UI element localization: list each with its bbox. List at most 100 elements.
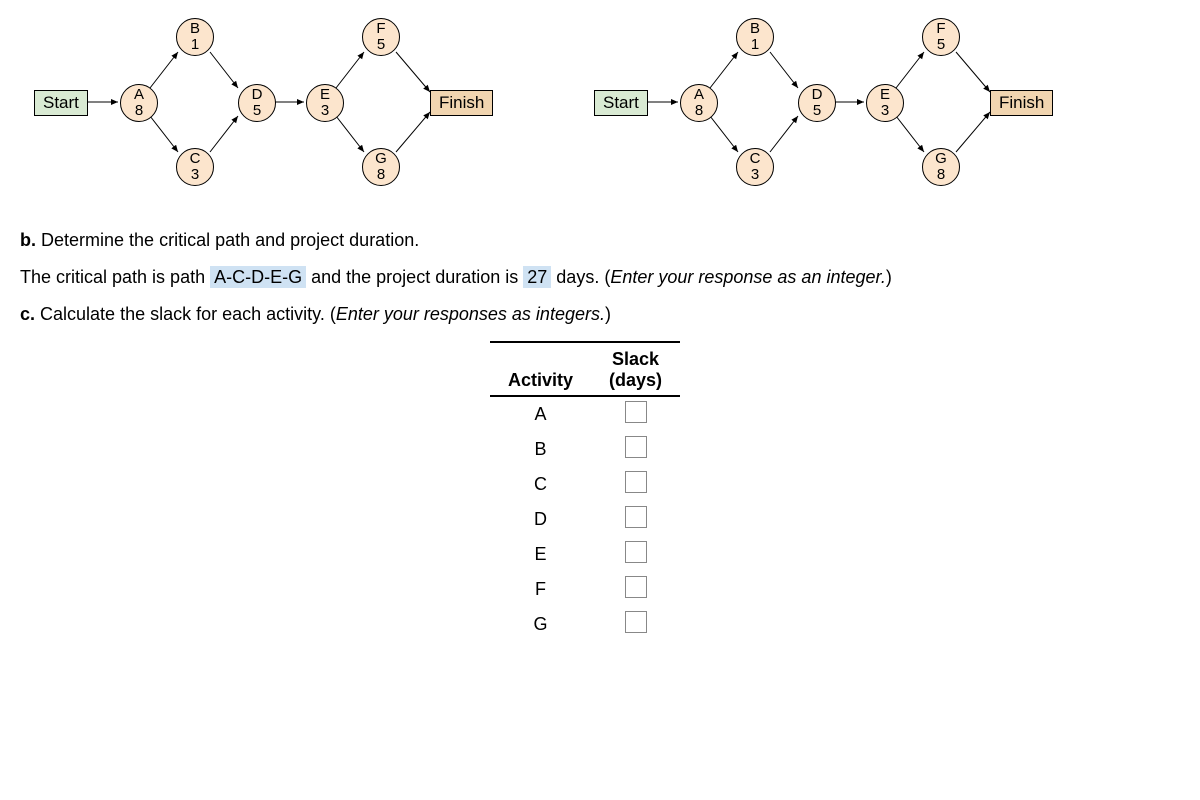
activity-cell: F xyxy=(490,572,591,607)
node-G-label: G xyxy=(375,151,387,167)
slack-rows: ABCDEFG xyxy=(490,396,680,642)
node-A: A 8 xyxy=(120,84,158,122)
node-E-value: 3 xyxy=(881,103,889,119)
project-duration-answer[interactable]: 27 xyxy=(523,266,551,288)
col-slack-1: Slack xyxy=(591,342,680,370)
question-b-answer: The critical path is path A-C-D-E-G and … xyxy=(20,267,1180,288)
critical-path-answer[interactable]: A-C-D-E-G xyxy=(210,266,306,288)
node-F-label: F xyxy=(376,21,385,37)
network-diagram-right: Start Finish A 8 B 1 C 3 D 5 E 3 F 5 G 8 xyxy=(580,10,1060,190)
node-D-value: 5 xyxy=(813,103,821,119)
b-post: days. ( xyxy=(556,267,610,287)
slack-cell xyxy=(591,607,680,642)
table-row: A xyxy=(490,396,680,432)
slack-cell xyxy=(591,396,680,432)
node-A: A 8 xyxy=(680,84,718,122)
node-F: F 5 xyxy=(362,18,400,56)
node-B: B 1 xyxy=(736,18,774,56)
table-row: B xyxy=(490,432,680,467)
node-G-value: 8 xyxy=(937,167,945,183)
col-activity: Activity xyxy=(490,342,591,396)
start-node: Start xyxy=(34,90,88,116)
activity-cell: B xyxy=(490,432,591,467)
node-A-label: A xyxy=(134,87,144,103)
slack-input-G[interactable] xyxy=(625,611,647,633)
network-diagram-left: Start Finish A 8 B 1 C 3 D 5 E 3 F 5 G 8 xyxy=(20,10,500,190)
question-c-label: c. xyxy=(20,304,35,324)
question-b-label: b. xyxy=(20,230,36,250)
slack-cell xyxy=(591,502,680,537)
node-C-label: C xyxy=(750,151,761,167)
node-D: D 5 xyxy=(238,84,276,122)
node-B: B 1 xyxy=(176,18,214,56)
node-A-value: 8 xyxy=(135,103,143,119)
b-mid: and the project duration is xyxy=(311,267,523,287)
c-hint: Enter your responses as integers. xyxy=(336,304,605,324)
b-hint: Enter your response as an integer. xyxy=(610,267,886,287)
table-row: G xyxy=(490,607,680,642)
node-B-value: 1 xyxy=(751,37,759,53)
start-label: Start xyxy=(603,93,639,112)
node-C-value: 3 xyxy=(191,167,199,183)
question-c-text: Calculate the slack for each activity. ( xyxy=(40,304,336,324)
node-C-value: 3 xyxy=(751,167,759,183)
node-C-label: C xyxy=(190,151,201,167)
question-c-prompt: c. Calculate the slack for each activity… xyxy=(20,304,1180,325)
node-G-label: G xyxy=(935,151,947,167)
node-G-value: 8 xyxy=(377,167,385,183)
activity-cell: C xyxy=(490,467,591,502)
table-row: F xyxy=(490,572,680,607)
slack-cell xyxy=(591,432,680,467)
slack-input-D[interactable] xyxy=(625,506,647,528)
start-node: Start xyxy=(594,90,648,116)
slack-cell xyxy=(591,537,680,572)
network-diagrams: Start Finish A 8 B 1 C 3 D 5 E 3 F 5 G 8 xyxy=(20,10,1180,190)
node-E: E 3 xyxy=(866,84,904,122)
slack-input-B[interactable] xyxy=(625,436,647,458)
node-E: E 3 xyxy=(306,84,344,122)
node-B-value: 1 xyxy=(191,37,199,53)
table-row: E xyxy=(490,537,680,572)
node-E-label: E xyxy=(320,87,330,103)
question-b-text: Determine the critical path and project … xyxy=(41,230,419,250)
node-E-label: E xyxy=(880,87,890,103)
slack-cell xyxy=(591,467,680,502)
slack-input-E[interactable] xyxy=(625,541,647,563)
slack-input-C[interactable] xyxy=(625,471,647,493)
finish-label: Finish xyxy=(439,93,484,112)
node-D: D 5 xyxy=(798,84,836,122)
node-D-label: D xyxy=(812,87,823,103)
table-row: C xyxy=(490,467,680,502)
finish-label: Finish xyxy=(999,93,1044,112)
node-F-label: F xyxy=(936,21,945,37)
slack-cell xyxy=(591,572,680,607)
node-C: C 3 xyxy=(176,148,214,186)
b-pre: The critical path is path xyxy=(20,267,210,287)
activity-cell: D xyxy=(490,502,591,537)
node-F: F 5 xyxy=(922,18,960,56)
node-E-value: 3 xyxy=(321,103,329,119)
finish-node: Finish xyxy=(430,90,493,116)
node-A-label: A xyxy=(694,87,704,103)
table-row: D xyxy=(490,502,680,537)
finish-node: Finish xyxy=(990,90,1053,116)
node-D-label: D xyxy=(252,87,263,103)
node-B-label: B xyxy=(750,21,760,37)
node-B-label: B xyxy=(190,21,200,37)
activity-cell: A xyxy=(490,396,591,432)
b-close: ) xyxy=(886,267,892,287)
node-A-value: 8 xyxy=(695,103,703,119)
slack-input-F[interactable] xyxy=(625,576,647,598)
node-G: G 8 xyxy=(362,148,400,186)
node-C: C 3 xyxy=(736,148,774,186)
node-D-value: 5 xyxy=(253,103,261,119)
start-label: Start xyxy=(43,93,79,112)
slack-table: Activity Slack (days) ABCDEFG xyxy=(490,341,680,642)
activity-cell: G xyxy=(490,607,591,642)
node-F-value: 5 xyxy=(377,37,385,53)
activity-cell: E xyxy=(490,537,591,572)
node-F-value: 5 xyxy=(937,37,945,53)
c-close: ) xyxy=(605,304,611,324)
slack-input-A[interactable] xyxy=(625,401,647,423)
node-G: G 8 xyxy=(922,148,960,186)
